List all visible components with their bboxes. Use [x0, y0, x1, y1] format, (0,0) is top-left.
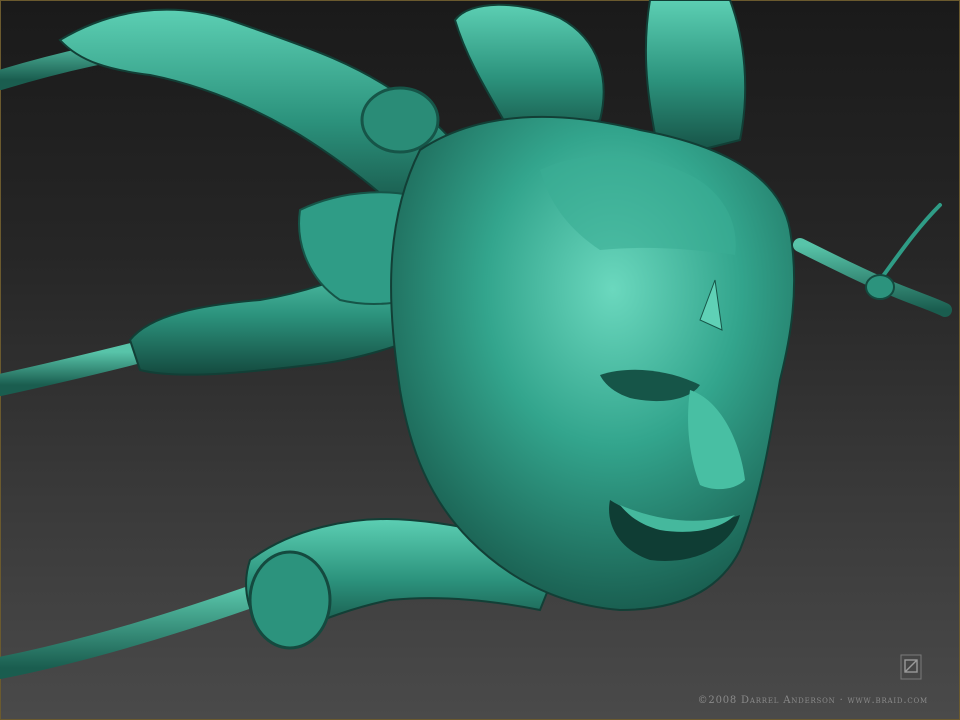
copyright-credit: ©2008 Darrel Anderson · www.braid.com	[697, 695, 928, 706]
braid-logo-icon	[900, 654, 922, 680]
antenna-right	[793, 203, 952, 317]
stalk-left-lower	[0, 579, 281, 679]
sculpt-render	[0, 0, 952, 679]
artwork-canvas: ©2008 Darrel Anderson · www.braid.com	[0, 0, 960, 720]
stalk-left-middle	[0, 341, 151, 396]
